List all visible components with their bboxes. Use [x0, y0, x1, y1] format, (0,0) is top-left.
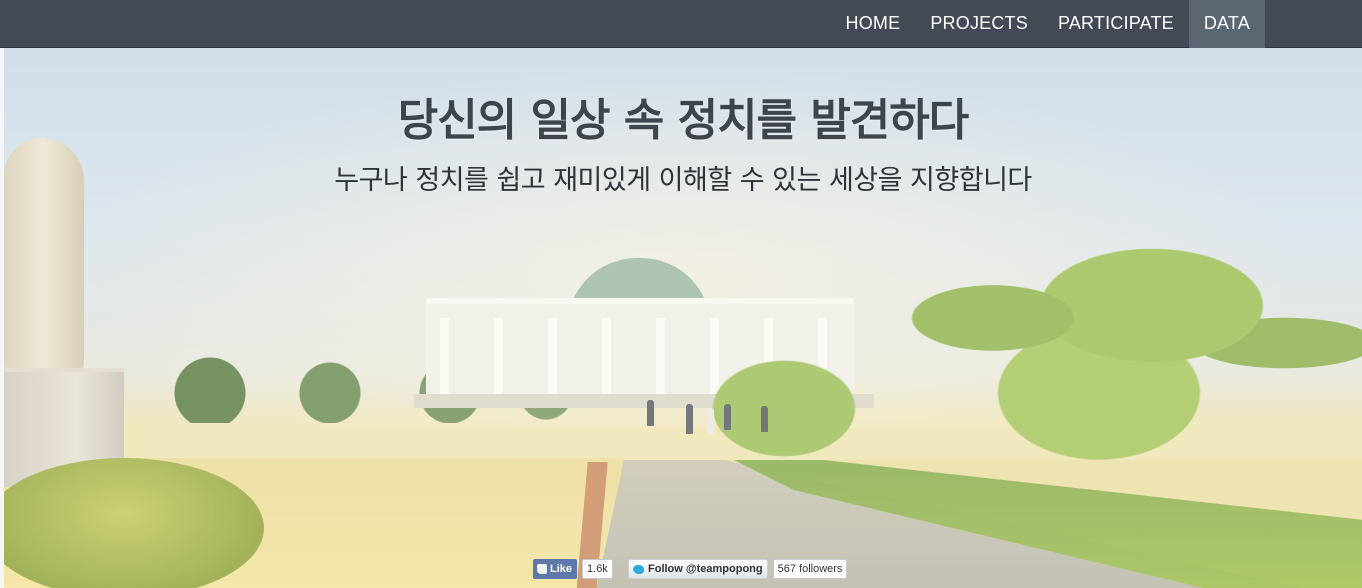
nav-item-data[interactable]: DATA	[1188, 0, 1265, 48]
facebook-like-count: 1.6k	[582, 559, 613, 579]
nav-item-home[interactable]: HOME	[831, 0, 916, 48]
hero-subtitle: 누구나 정치를 쉽고 재미있게 이해할 수 있는 세상을 지향합니다	[334, 165, 1032, 196]
twitter-follow-button[interactable]: Follow @teampopong	[628, 559, 768, 579]
twitter-follower-count: 567 followers	[772, 559, 848, 579]
facebook-like-widget: Like 1.6k	[533, 559, 613, 579]
facebook-like-label: Like	[550, 563, 573, 575]
nav-item-participate[interactable]: PARTICIPATE	[1043, 0, 1189, 48]
hero-title: 당신의 일상 속 정치를 발견하다	[397, 95, 970, 146]
hero-banner: 당신의 일상 속 정치를 발견하다 누구나 정치를 쉽고 재미있게 이해할 수 …	[4, 48, 1362, 588]
thumbs-up-icon	[537, 564, 547, 574]
nav-menu: HOME PROJECTS PARTICIPATE DATA	[831, 0, 1265, 48]
twitter-bird-icon	[633, 564, 644, 574]
twitter-follow-widget: Follow @teampopong 567 followers	[628, 559, 848, 579]
nav-item-projects[interactable]: PROJECTS	[915, 0, 1043, 48]
facebook-like-button[interactable]: Like	[533, 559, 578, 579]
twitter-follow-label: Follow @teampopong	[648, 563, 763, 575]
top-navbar: HOME PROJECTS PARTICIPATE DATA	[0, 0, 1362, 48]
